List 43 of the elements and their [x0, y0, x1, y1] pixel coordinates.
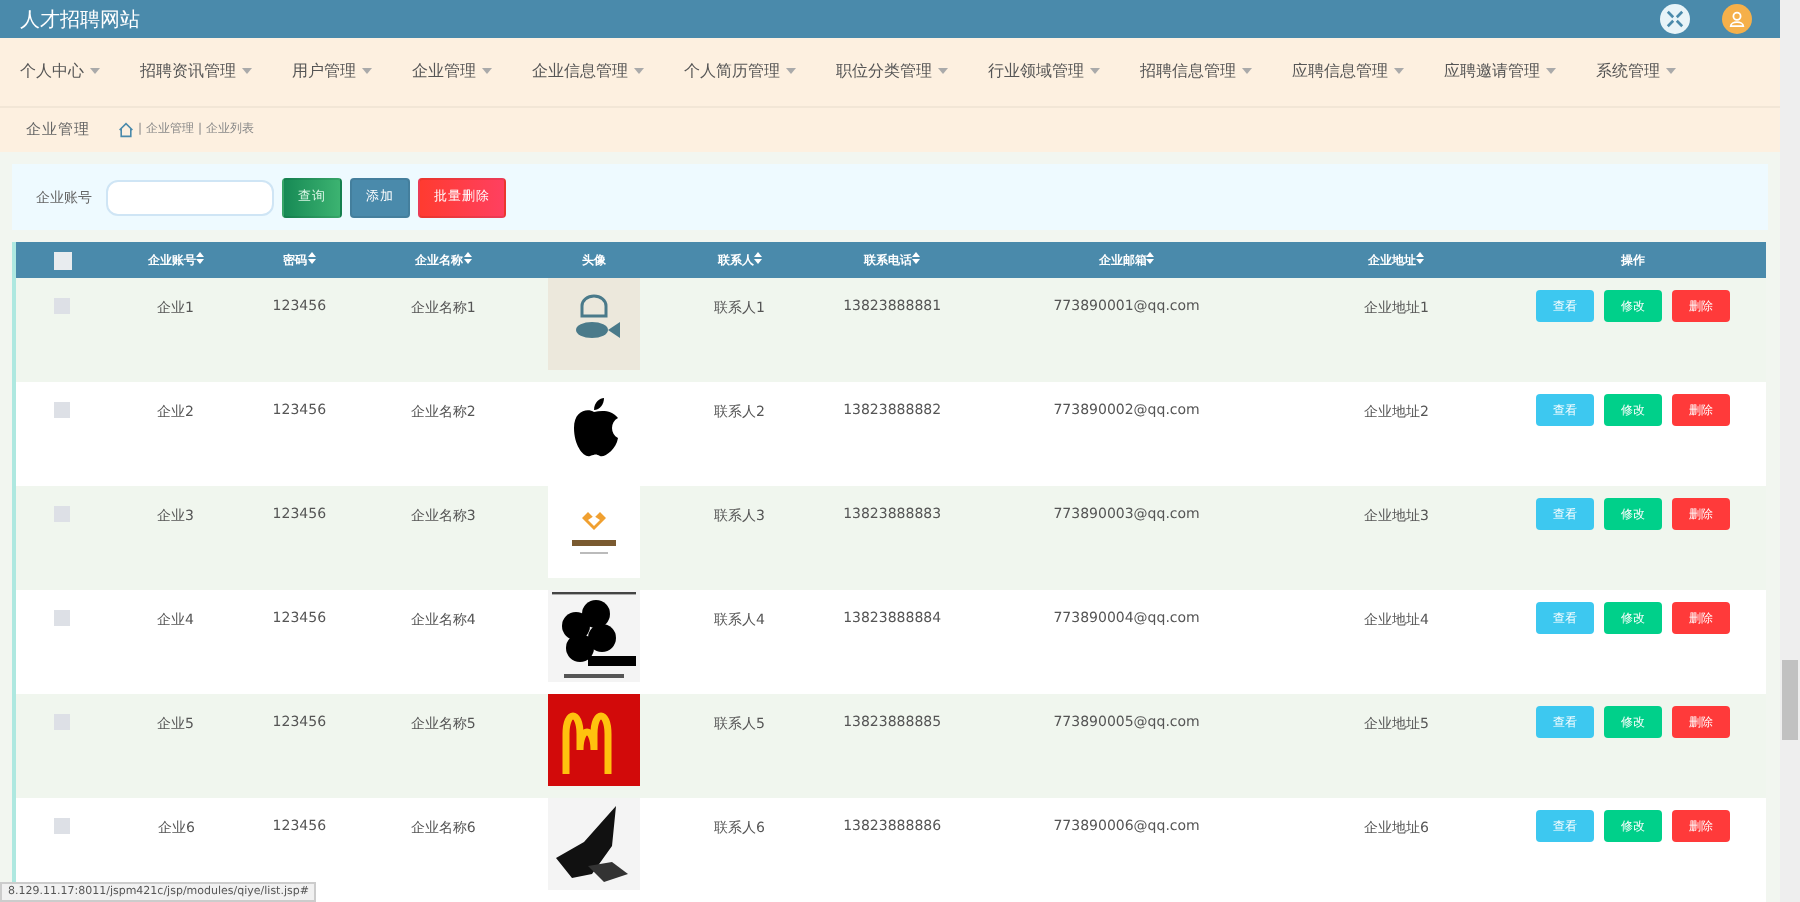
- nav-menu-item[interactable]: 个人简历管理: [684, 60, 796, 83]
- row-checkbox[interactable]: [54, 402, 71, 419]
- sort-icon[interactable]: [753, 251, 762, 264]
- arches-logo-image: [547, 694, 640, 787]
- caret-icon: [634, 68, 644, 75]
- scrollbar[interactable]: [1780, 0, 1800, 902]
- sort-icon[interactable]: [912, 251, 921, 264]
- fish-logo-image: [547, 278, 640, 371]
- nav-menu-item[interactable]: 招聘资讯管理: [140, 60, 252, 83]
- nav-menu-item[interactable]: 应聘信息管理: [1292, 60, 1404, 83]
- nav-menu-item[interactable]: 系统管理: [1596, 60, 1676, 83]
- site-title: 人才招聘网站: [20, 7, 140, 34]
- sort-icon[interactable]: [307, 251, 316, 264]
- fullscreen-icon[interactable]: [1660, 4, 1690, 35]
- user-avatar-icon[interactable]: [1722, 4, 1752, 35]
- nav-menu-item[interactable]: 招聘信息管理: [1140, 60, 1252, 83]
- nav-menu-item[interactable]: 企业管理: [412, 60, 492, 83]
- nav-menu-item[interactable]: 应聘邀请管理: [1444, 60, 1556, 83]
- sort-icon[interactable]: [1416, 251, 1425, 264]
- caret-icon: [90, 68, 100, 75]
- caret-icon: [1546, 68, 1556, 75]
- caret-icon: [362, 68, 372, 75]
- caret-icon: [938, 68, 948, 75]
- sort-icon[interactable]: [1146, 251, 1155, 264]
- search-field[interactable]: [106, 179, 274, 216]
- select-all-checkbox[interactable]: [53, 251, 72, 270]
- home-icon[interactable]: [118, 121, 134, 138]
- caret-icon: [1242, 68, 1252, 75]
- caret-icon: [786, 68, 796, 75]
- caret-icon: [1666, 68, 1676, 75]
- nav-menu-item[interactable]: 企业信息管理: [532, 60, 644, 83]
- sort-icon[interactable]: [195, 251, 204, 264]
- caret-icon: [482, 68, 492, 75]
- caret-icon: [242, 68, 252, 75]
- sort-icon[interactable]: [463, 251, 472, 264]
- nav-menu-item[interactable]: 行业领域管理: [988, 60, 1100, 83]
- nav-menu-item[interactable]: 用户管理: [292, 60, 372, 83]
- row-checkbox[interactable]: [54, 818, 71, 835]
- nav-menu-item[interactable]: 职位分类管理: [836, 60, 948, 83]
- row-checkbox[interactable]: [54, 610, 71, 627]
- caret-icon: [1090, 68, 1100, 75]
- nav-menu-item[interactable]: 个人中心: [20, 60, 100, 83]
- caret-icon: [1394, 68, 1404, 75]
